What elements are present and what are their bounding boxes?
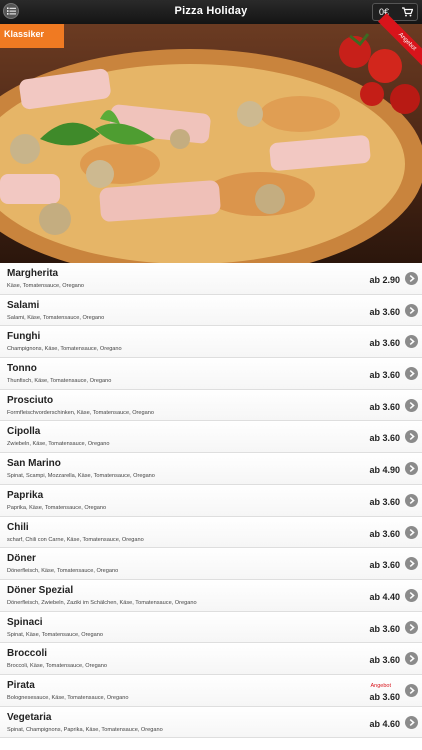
item-description: Dönerfleisch, Käse, Tomatensauce, Oregan… [7,568,119,575]
item-price: ab 3.60 [369,306,400,317]
item-description: Bolognesesauce, Käse, Tomatensauce, Oreg… [7,694,129,701]
item-description: Thunfisch, Käse, Tomatensauce, Oregano [7,378,112,385]
chevron-right-icon[interactable] [405,462,418,476]
list-item[interactable]: Tonno Thunfisch, Käse, Tomatensauce, Oreg… [0,358,422,390]
hero-image [0,24,422,263]
list-item[interactable]: Salami Salami, Käse, Tomatensauce, Oregan… [0,294,422,327]
cart-button[interactable]: 0€ [372,3,418,21]
chevron-right-icon[interactable] [405,715,418,729]
chevron-right-icon[interactable] [405,335,418,349]
cart-icon [402,7,413,17]
item-name: Funghi [7,331,41,343]
chevron-right-icon[interactable] [405,683,418,697]
item-name: San Marino [7,458,61,470]
item-description: Paprika, Käse, Tomatensauce, Oregano [7,504,107,511]
item-description: Salami, Käse, Tomatensauce, Oregano [7,314,105,321]
pizza-image [0,33,422,263]
chevron-right-icon[interactable] [405,557,418,571]
item-name: Vegetaria [7,711,52,723]
item-price: ab 3.60 [369,655,400,666]
item-price: ab 2.90 [369,275,400,285]
list-item[interactable]: Pirata Bolognesesauce, Käse, Tomatensauce… [0,674,422,707]
item-description: Käse, Tomatensauce, Oregano [7,283,85,289]
item-name: Pirata [7,679,35,691]
item-name: Prosciuto [7,394,54,406]
item-description: Formfleischvorderschinken, Käse, Tomaten… [7,409,154,416]
list-item[interactable]: Vegetaria Spinat, Champignons, Paprika, K… [0,706,422,739]
item-price: ab 3.60 [369,338,400,349]
item-description: scharf, Chili con Carne, Käse, Tomatensa… [7,536,144,543]
item-name: Broccoli [7,648,48,660]
item-description: Spinat, Scampi, Mozzarella, Käse, Tomate… [7,473,155,480]
item-price: ab 4.90 [369,465,400,476]
chevron-right-icon[interactable] [405,620,418,634]
list-item[interactable]: Broccoli Broccoli, Käse, Tomatensauce, Or… [0,643,422,675]
offer-badge: Angebot [370,682,392,689]
chevron-right-icon[interactable] [405,367,418,381]
item-description: Spinat, Käse, Tomatensauce, Oregano [7,631,103,638]
chevron-right-icon[interactable] [405,303,418,317]
list-item[interactable]: Funghi Champignons, Käse, Tomatensauce, O… [0,326,422,359]
item-name: Döner Spezial [7,584,74,596]
chevron-right-icon[interactable] [405,525,418,539]
category-tab[interactable]: Klassiker [0,24,64,48]
list-item[interactable]: Döner Dönerfleisch, Käse, Tomatensauce, O… [0,548,422,580]
item-name: Döner [7,553,36,565]
item-description: Spinat, Champignons, Paprika, Käse, Toma… [7,726,163,733]
chevron-right-icon[interactable] [405,588,418,602]
chevron-right-icon[interactable] [405,272,418,285]
item-name: Tonno [7,363,37,375]
item-description: Zwiebeln, Käse, Tomatensauce, Oregano [7,441,110,448]
chevron-right-icon[interactable] [405,398,418,412]
item-price: ab 3.60 [369,370,400,381]
item-description: Dönerfleisch, Zwiebeln, Zaziki im Schälc… [7,599,197,606]
item-name: Paprika [7,489,44,501]
list-item[interactable]: Prosciuto Formfleischvorderschinken, Käse… [0,389,422,422]
item-name: Margherita [7,268,59,279]
item-description: Broccoli, Käse, Tomatensauce, Oregano [7,663,108,670]
list-item[interactable]: Cipolla Zwiebeln, Käse, Tomatensauce, Ore… [0,421,422,454]
item-name: Spinaci [7,616,43,628]
item-price: ab 3.60 [369,433,400,444]
item-price: ab 3.60 [369,691,400,702]
list-item[interactable]: San Marino Spinat, Scampi, Mozzarella, Kä… [0,453,422,485]
chevron-right-icon[interactable] [405,430,418,444]
item-price: ab 3.60 [369,496,400,507]
chevron-right-icon[interactable] [405,652,418,666]
item-name: Salami [7,299,40,311]
chevron-right-icon[interactable] [405,493,418,507]
list-item[interactable]: Chili scharf, Chili con Carne, Käse, Toma… [0,516,422,549]
item-price: ab 4.60 [369,718,400,729]
list-item[interactable]: Margherita Käse, Tomatensauce, Oregano ab … [0,263,422,295]
list-item[interactable]: Paprika Paprika, Käse, Tomatensauce, Oreg… [0,484,422,517]
item-price: ab 3.60 [369,560,400,571]
item-price: ab 3.60 [369,528,400,539]
item-price: ab 3.60 [369,401,400,412]
top-bar: Pizza Holiday 0€ [0,0,422,24]
item-name: Chili [7,521,29,533]
list-item[interactable]: Döner Spezial Dönerfleisch, Zwiebeln, Zaz… [0,579,422,612]
menu-list: Margherita Käse, Tomatensauce, Oregano ab … [0,263,422,739]
list-item[interactable]: Spinaci Spinat, Käse, Tomatensauce, Orega… [0,611,422,644]
item-name: Cipolla [7,426,41,438]
item-description: Champignons, Käse, Tomatensauce, Oregano [7,346,122,353]
item-price: ab 4.40 [369,591,400,602]
item-price: ab 3.60 [369,623,400,634]
page-title: Pizza Holiday [174,5,248,17]
